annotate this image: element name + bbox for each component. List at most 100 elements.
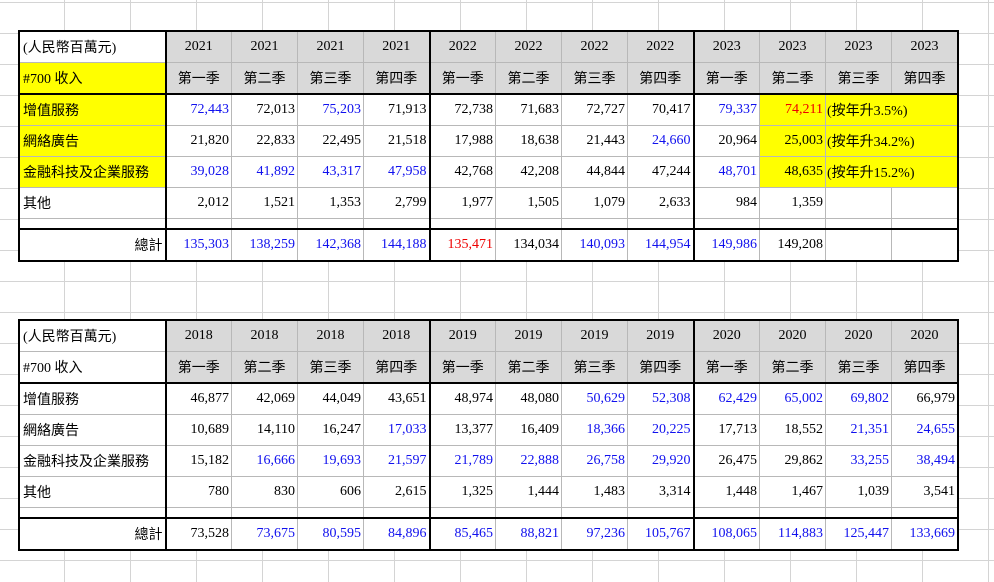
value-cell[interactable]: 71,683: [495, 93, 562, 126]
value-cell[interactable]: 48,635: [759, 156, 826, 188]
value-cell[interactable]: 830: [231, 476, 298, 508]
empty-cell[interactable]: [891, 187, 958, 219]
value-cell[interactable]: 1,444: [495, 476, 562, 508]
value-cell[interactable]: 24,660: [627, 125, 694, 157]
quarter-cell[interactable]: 第四季: [891, 62, 958, 95]
year-cell[interactable]: 2018: [231, 320, 298, 352]
value-cell[interactable]: 50,629: [561, 382, 628, 415]
unit-label-cell[interactable]: (人民幣百萬元): [19, 320, 167, 352]
value-cell[interactable]: 24,655: [891, 414, 958, 446]
value-cell[interactable]: 42,069: [231, 382, 298, 415]
year-cell[interactable]: 2023: [759, 31, 826, 63]
total-cell[interactable]: 97,236: [561, 517, 628, 550]
unit-label-cell[interactable]: (人民幣百萬元): [19, 31, 167, 63]
value-cell[interactable]: 16,247: [297, 414, 364, 446]
value-cell[interactable]: 72,738: [428, 93, 496, 126]
value-cell[interactable]: 606: [297, 476, 364, 508]
value-cell[interactable]: 33,255: [825, 445, 892, 477]
quarter-cell[interactable]: 第二季: [231, 62, 298, 95]
value-cell[interactable]: 48,080: [495, 382, 562, 415]
quarter-cell[interactable]: 第二季: [231, 351, 298, 384]
quarter-cell[interactable]: 第三季: [825, 62, 892, 95]
year-cell[interactable]: 2019: [627, 320, 694, 352]
total-cell[interactable]: 140,093: [561, 228, 628, 261]
quarter-cell[interactable]: 第二季: [759, 62, 826, 95]
quarter-cell[interactable]: 第二季: [495, 351, 562, 384]
value-cell[interactable]: 2,615: [363, 476, 430, 508]
value-cell[interactable]: 47,244: [627, 156, 694, 188]
value-cell[interactable]: 2,799: [363, 187, 430, 219]
value-cell[interactable]: 46,877: [165, 382, 232, 415]
value-cell[interactable]: 2,012: [165, 187, 232, 219]
year-cell[interactable]: 2023: [891, 31, 958, 63]
value-cell[interactable]: 72,443: [165, 93, 232, 126]
total-cell[interactable]: 125,447: [825, 517, 892, 550]
year-cell[interactable]: 2018: [363, 320, 430, 352]
value-cell[interactable]: 75,203: [297, 93, 364, 126]
value-cell[interactable]: 22,833: [231, 125, 298, 157]
quarter-cell[interactable]: 第一季: [165, 351, 232, 384]
value-cell[interactable]: 21,351: [825, 414, 892, 446]
value-cell[interactable]: 20,964: [692, 125, 760, 157]
value-cell[interactable]: 69,802: [825, 382, 892, 415]
quarter-cell[interactable]: 第四季: [627, 351, 694, 384]
value-cell[interactable]: 48,974: [428, 382, 496, 415]
value-cell[interactable]: 2,633: [627, 187, 694, 219]
year-cell[interactable]: 2022: [428, 31, 496, 63]
value-cell[interactable]: 1,467: [759, 476, 826, 508]
value-cell[interactable]: 780: [165, 476, 232, 508]
value-cell[interactable]: 18,552: [759, 414, 826, 446]
value-cell[interactable]: 984: [692, 187, 760, 219]
value-cell[interactable]: 48,701: [692, 156, 760, 188]
value-cell[interactable]: 19,693: [297, 445, 364, 477]
quarter-cell[interactable]: 第一季: [165, 62, 232, 95]
value-cell[interactable]: 71,913: [363, 93, 430, 126]
value-cell[interactable]: 22,495: [297, 125, 364, 157]
empty-cell[interactable]: [825, 187, 892, 219]
total-cell[interactable]: 149,208: [759, 228, 826, 261]
value-cell[interactable]: 72,013: [231, 93, 298, 126]
total-label-cell[interactable]: 總計: [19, 228, 167, 261]
year-cell[interactable]: 2021: [363, 31, 430, 63]
value-cell[interactable]: 42,208: [495, 156, 562, 188]
row-label-cell[interactable]: 增值服務: [19, 93, 167, 126]
total-cell[interactable]: 88,821: [495, 517, 562, 550]
value-cell[interactable]: 18,366: [561, 414, 628, 446]
total-label-cell[interactable]: 總計: [19, 517, 167, 550]
value-cell[interactable]: 26,475: [692, 445, 760, 477]
quarter-cell[interactable]: 第一季: [428, 62, 496, 95]
quarter-cell[interactable]: 第三季: [561, 351, 628, 384]
value-cell[interactable]: 79,337: [692, 93, 760, 126]
value-cell[interactable]: 21,789: [428, 445, 496, 477]
quarter-cell[interactable]: 第三季: [561, 62, 628, 95]
value-cell[interactable]: 44,049: [297, 382, 364, 415]
value-cell[interactable]: 65,002: [759, 382, 826, 415]
year-cell[interactable]: 2022: [561, 31, 628, 63]
value-cell[interactable]: 22,888: [495, 445, 562, 477]
row-label-cell[interactable]: 網絡廣告: [19, 125, 167, 157]
value-cell[interactable]: 29,862: [759, 445, 826, 477]
quarter-cell[interactable]: 第三季: [825, 351, 892, 384]
year-cell[interactable]: 2019: [495, 320, 562, 352]
value-cell[interactable]: 21,518: [363, 125, 430, 157]
row-label-cell[interactable]: 其他: [19, 187, 167, 219]
value-cell[interactable]: 70,417: [627, 93, 694, 126]
total-cell[interactable]: 144,954: [627, 228, 694, 261]
quarter-cell[interactable]: 第一季: [692, 62, 760, 95]
row-label-cell[interactable]: 其他: [19, 476, 167, 508]
quarter-cell[interactable]: 第四季: [627, 62, 694, 95]
value-cell[interactable]: 13,377: [428, 414, 496, 446]
value-cell[interactable]: 44,844: [561, 156, 628, 188]
value-cell[interactable]: 1,359: [759, 187, 826, 219]
yoy-note-cell[interactable]: (按年升3.5%): [825, 93, 958, 126]
value-cell[interactable]: 21,820: [165, 125, 232, 157]
value-cell[interactable]: 14,110: [231, 414, 298, 446]
total-cell[interactable]: 85,465: [428, 517, 496, 550]
value-cell[interactable]: 74,211: [759, 93, 826, 126]
year-cell[interactable]: 2022: [627, 31, 694, 63]
value-cell[interactable]: 25,003: [759, 125, 826, 157]
year-cell[interactable]: 2019: [561, 320, 628, 352]
empty-cell[interactable]: [825, 228, 892, 261]
value-cell[interactable]: 1,079: [561, 187, 628, 219]
value-cell[interactable]: 62,429: [692, 382, 760, 415]
